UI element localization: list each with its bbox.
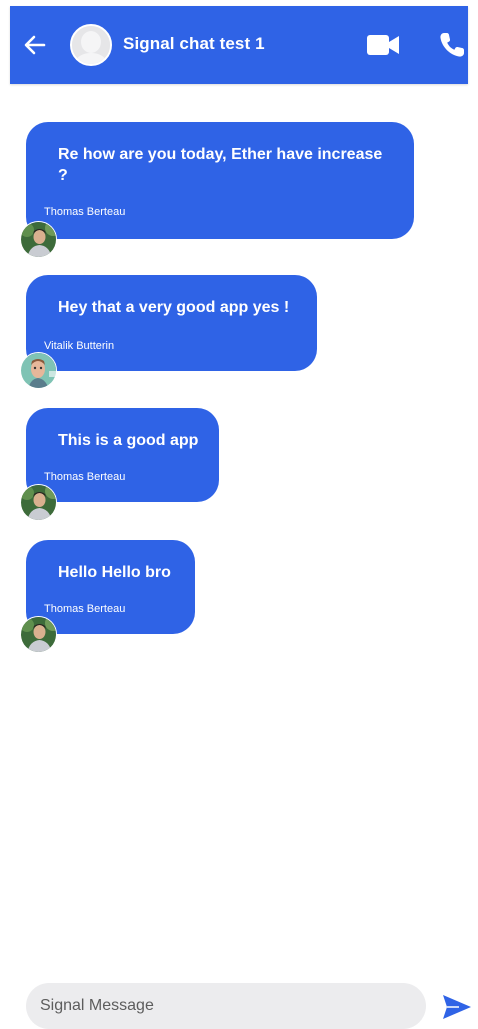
message-bubble[interactable]: Re how are you today, Ether have increas… <box>26 122 414 239</box>
send-arrow-icon <box>443 995 471 1019</box>
message-sender: Thomas Berteau <box>44 471 126 483</box>
arrow-left-icon <box>24 35 46 55</box>
message-sender: Thomas Berteau <box>44 206 126 218</box>
chat-header: Signal chat test 1 <box>10 6 468 84</box>
sender-avatar[interactable] <box>20 352 57 389</box>
message-bubble[interactable]: This is a good app Thomas Berteau <box>26 408 219 502</box>
chat-app: Signal chat test 1 Re how are you today,… <box>0 0 478 1029</box>
vitalik-avatar-icon <box>21 353 56 388</box>
sender-avatar[interactable] <box>20 616 57 653</box>
user-avatar-placeholder-icon <box>72 26 110 64</box>
video-call-button[interactable] <box>367 33 400 57</box>
message-sender: Thomas Berteau <box>44 603 126 615</box>
sender-avatar[interactable] <box>20 484 57 521</box>
message-text: Hello Hello bro <box>58 564 171 581</box>
message-input[interactable] <box>26 983 426 1029</box>
send-button[interactable] <box>441 993 473 1021</box>
message-text: This is a good app <box>58 432 199 449</box>
message-bubble[interactable]: Hey that a very good app yes ! Vitalik B… <box>26 275 317 371</box>
thomas-avatar-icon <box>21 485 56 520</box>
chat-title: Signal chat test 1 <box>123 34 265 53</box>
message-text: Re how are you today, Ether have increas… <box>58 146 383 184</box>
message-list: Re how are you today, Ether have increas… <box>0 84 478 984</box>
thomas-avatar-icon <box>21 222 56 257</box>
contact-avatar[interactable] <box>70 24 112 66</box>
message-text: Hey that a very good app yes ! <box>58 299 290 316</box>
thomas-avatar-icon <box>21 617 56 652</box>
message-bubble[interactable]: Hello Hello bro Thomas Berteau <box>26 540 195 634</box>
phone-icon <box>440 33 464 57</box>
voice-call-button[interactable] <box>438 31 466 59</box>
video-camera-icon <box>367 35 399 55</box>
back-button[interactable] <box>22 32 48 58</box>
message-sender: Vitalik Butterin <box>44 340 115 352</box>
sender-avatar[interactable] <box>20 221 57 258</box>
